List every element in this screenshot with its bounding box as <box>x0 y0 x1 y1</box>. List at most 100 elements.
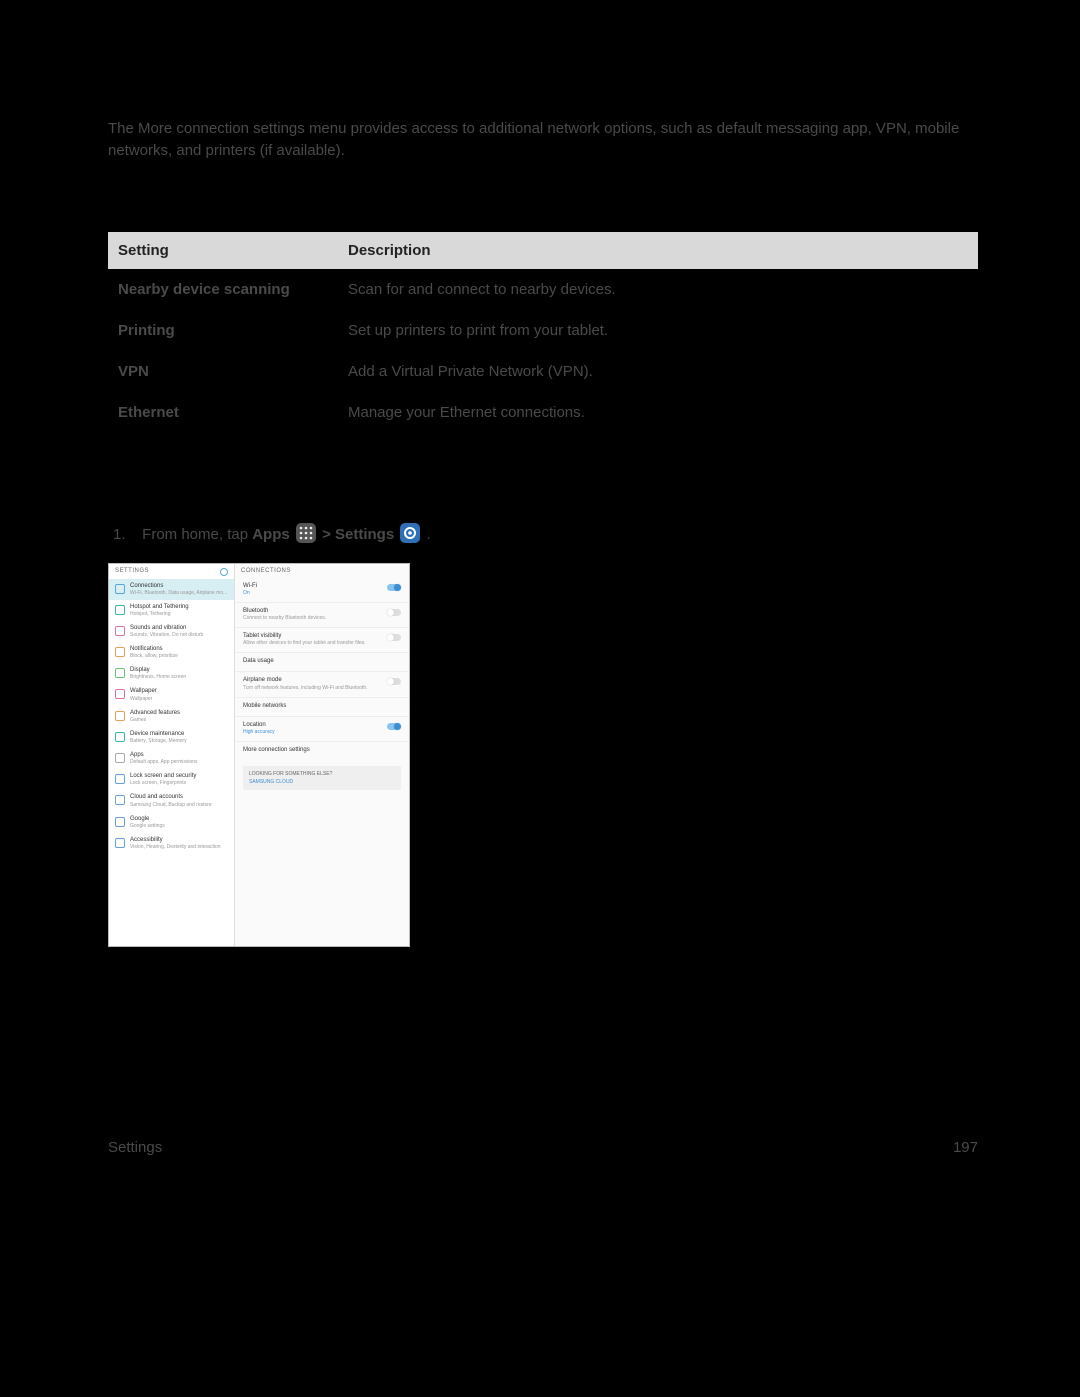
row-subtitle: Turn off network features, including Wi-… <box>243 685 368 691</box>
row-title: Wi-Fi <box>243 583 257 590</box>
category-icon <box>115 774 125 784</box>
row-title: More connection settings <box>243 747 310 754</box>
item-subtitle: Vision, Hearing, Dexterity and interacti… <box>130 844 221 850</box>
item-title: Sounds and vibration <box>130 625 203 632</box>
connection-row: Wi-FiOn <box>235 578 409 603</box>
connection-row: Tablet visibilityAllow other devices to … <box>235 628 409 653</box>
sidebar-item: AccessibilityVision, Hearing, Dexterity … <box>109 833 234 854</box>
connection-row: LocationHigh accuracy <box>235 717 409 742</box>
sidebar-item: Cloud and accountsSamsung Cloud, Backup … <box>109 790 234 811</box>
row-status: High accuracy <box>243 729 275 735</box>
step-sep: > <box>322 526 335 543</box>
row-title: Tablet visibility <box>243 633 366 640</box>
category-icon <box>115 732 125 742</box>
toggle-switch <box>387 584 401 591</box>
item-title: Connections <box>130 583 227 590</box>
item-title: Wallpaper <box>130 688 157 695</box>
toggle-switch <box>387 609 401 616</box>
item-subtitle: Sounds, Vibration, Do not disturb <box>130 632 203 638</box>
sidebar-item: ConnectionsWi-Fi, Bluetooth, Data usage,… <box>109 579 234 600</box>
promo-title: LOOKING FOR SOMETHING ELSE? <box>249 771 395 777</box>
category-icon <box>115 605 125 615</box>
toggle-switch <box>387 678 401 685</box>
step-text-pre: From home, tap <box>142 526 252 543</box>
footer-section: Settings <box>108 1139 162 1156</box>
connection-row: Airplane modeTurn off network features, … <box>235 672 409 697</box>
sidebar-item: AppsDefault apps, App permissions <box>109 748 234 769</box>
category-icon <box>115 626 125 636</box>
connection-row: BluetoothConnect to nearby Bluetooth dev… <box>235 603 409 628</box>
intro-paragraph: The More connection settings menu provid… <box>108 118 978 162</box>
setting-name: Printing <box>108 310 338 351</box>
item-title: Lock screen and security <box>130 773 196 780</box>
setting-desc: Manage your Ethernet connections. <box>338 392 978 433</box>
search-icon <box>220 568 228 576</box>
item-subtitle: Battery, Storage, Memory <box>130 738 187 744</box>
row-status: On <box>243 590 257 596</box>
item-subtitle: Samsung Cloud, Backup and restore <box>130 802 212 808</box>
item-title: Display <box>130 667 186 674</box>
item-title: Notifications <box>130 646 178 653</box>
category-icon <box>115 668 125 678</box>
item-title: Accessibility <box>130 837 221 844</box>
category-icon <box>115 711 125 721</box>
sidebar-item: Sounds and vibrationSounds, Vibration, D… <box>109 621 234 642</box>
category-icon <box>115 584 125 594</box>
category-icon <box>115 689 125 699</box>
sidebar-item: Device maintenanceBattery, Storage, Memo… <box>109 727 234 748</box>
setting-name: Nearby device scanning <box>108 269 338 310</box>
col-header-setting: Setting <box>108 232 338 269</box>
setting-desc: Scan for and connect to nearby devices. <box>338 269 978 310</box>
item-title: Advanced features <box>130 710 180 717</box>
connection-row: More connection settings <box>235 742 409 760</box>
row-title: Airplane mode <box>243 677 368 684</box>
step-text-end: . <box>427 526 431 543</box>
setting-desc: Set up printers to print from your table… <box>338 310 978 351</box>
table-header-row: Setting Description <box>108 232 978 269</box>
category-icon <box>115 753 125 763</box>
item-title: Device maintenance <box>130 731 187 738</box>
category-icon <box>115 817 125 827</box>
promo-link: SAMSUNG CLOUD <box>249 779 395 785</box>
row-title: Data usage <box>243 658 274 665</box>
item-title: Cloud and accounts <box>130 794 212 801</box>
connection-row: Data usage <box>235 653 409 672</box>
toggle-switch <box>387 723 401 730</box>
step-settings-label: Settings <box>335 526 394 543</box>
table-row: Nearby device scanning Scan for and conn… <box>108 269 978 310</box>
item-subtitle: Hotspot, Tethering <box>130 611 189 617</box>
item-title: Google <box>130 816 165 823</box>
setting-desc: Add a Virtual Private Network (VPN). <box>338 351 978 392</box>
category-icon <box>115 647 125 657</box>
item-title: Hotspot and Tethering <box>130 604 189 611</box>
right-pane-header: CONNECTIONS <box>241 568 291 575</box>
row-title: Bluetooth <box>243 608 326 615</box>
sidebar-item: DisplayBrightness, Home screen <box>109 663 234 684</box>
settings-table: Setting Description Nearby device scanni… <box>108 232 978 433</box>
sidebar-item: WallpaperWallpaper <box>109 684 234 705</box>
sidebar-item: Hotspot and TetheringHotspot, Tethering <box>109 600 234 621</box>
step-1: 1. From home, tap Apps > Settings . <box>108 523 978 543</box>
row-subtitle: Connect to nearby Bluetooth devices. <box>243 615 326 621</box>
promo-box: LOOKING FOR SOMETHING ELSE? SAMSUNG CLOU… <box>243 766 401 790</box>
settings-gear-icon <box>400 523 420 543</box>
sidebar-item: Lock screen and securityLock screen, Fin… <box>109 769 234 790</box>
category-icon <box>115 838 125 848</box>
item-subtitle: Wallpaper <box>130 696 157 702</box>
row-title: Location <box>243 722 275 729</box>
sidebar-item: Advanced featuresGames <box>109 706 234 727</box>
setting-name: VPN <box>108 351 338 392</box>
table-row: VPN Add a Virtual Private Network (VPN). <box>108 351 978 392</box>
row-subtitle: Allow other devices to find your tablet … <box>243 640 366 646</box>
item-subtitle: Google settings <box>130 823 165 829</box>
item-subtitle: Brightness, Home screen <box>130 674 186 680</box>
setting-name: Ethernet <box>108 392 338 433</box>
footer-page-number: 197 <box>953 1139 978 1156</box>
page-footer: Settings 197 <box>108 1139 978 1156</box>
col-header-description: Description <box>338 232 978 269</box>
left-pane-header: SETTINGS <box>115 568 149 575</box>
category-icon <box>115 795 125 805</box>
item-title: Apps <box>130 752 198 759</box>
item-subtitle: Games <box>130 717 180 723</box>
step-apps-label: Apps <box>252 526 290 543</box>
